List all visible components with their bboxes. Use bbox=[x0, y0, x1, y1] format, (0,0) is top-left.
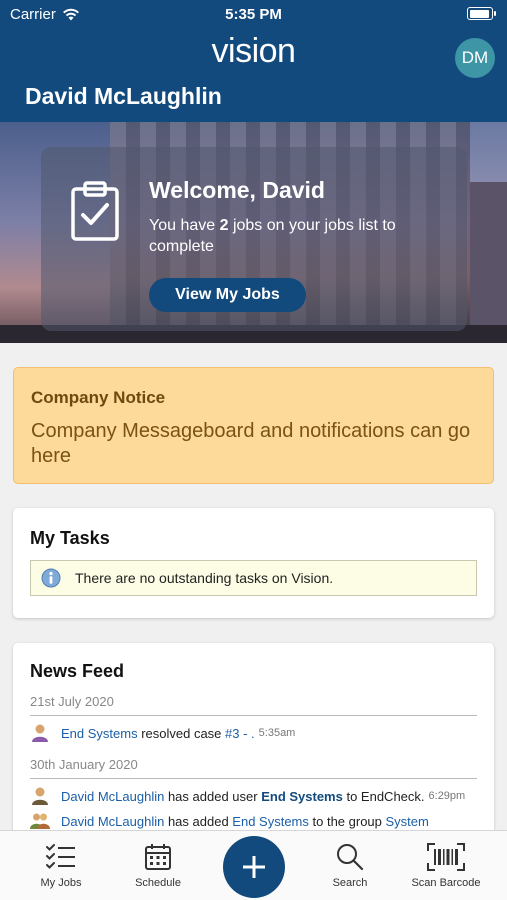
plus-icon bbox=[243, 856, 265, 878]
news-time: 5:35am bbox=[258, 727, 296, 739]
news-time: 6:29pm bbox=[428, 790, 466, 802]
tasks-empty-text: There are no outstanding tasks on Vision… bbox=[75, 570, 334, 586]
tab-label: Search bbox=[332, 877, 368, 889]
news-entry: David McLaughlin has added user End Syst… bbox=[30, 786, 490, 806]
news-group-link[interactable]: System bbox=[386, 814, 429, 829]
battery-icon bbox=[467, 7, 496, 20]
calendar-icon bbox=[145, 844, 171, 870]
news-user-link[interactable]: End Systems bbox=[261, 789, 343, 804]
user-icon bbox=[32, 724, 48, 742]
welcome-title: Welcome, David bbox=[149, 177, 325, 203]
checklist-icon bbox=[46, 844, 75, 869]
status-time: 5:35 PM bbox=[225, 6, 282, 23]
app-logo: vision bbox=[211, 32, 296, 70]
notice-title: Company Notice bbox=[31, 388, 166, 407]
tab-label: Scan Barcode bbox=[411, 877, 481, 889]
user-avatar[interactable]: DM bbox=[455, 38, 495, 78]
job-count: 2 bbox=[219, 217, 229, 234]
news-date: 21st July 2020 bbox=[30, 694, 477, 716]
news-feed-title: News Feed bbox=[30, 661, 125, 681]
app-header: vision DM David McLaughlin bbox=[0, 28, 507, 122]
tab-search[interactable]: Search bbox=[300, 843, 400, 889]
news-actor-link[interactable]: David McLaughlin bbox=[61, 814, 164, 829]
welcome-hero: Welcome, David You have 2 jobs on your j… bbox=[0, 122, 507, 343]
news-date: 30th January 2020 bbox=[30, 757, 477, 779]
user-name: David McLaughlin bbox=[25, 83, 222, 109]
my-tasks-title: My Tasks bbox=[30, 528, 110, 548]
jobs-summary: You have 2 jobs on your jobs list to com… bbox=[149, 217, 396, 255]
tab-scan-barcode[interactable]: Scan Barcode bbox=[396, 843, 496, 889]
my-tasks-panel: My Tasks There are no outstanding tasks … bbox=[13, 508, 494, 618]
search-icon bbox=[337, 844, 364, 871]
company-notice: Company Notice Company Messageboard and … bbox=[13, 367, 494, 484]
news-feed-panel: News Feed 21st July 2020 End Systems res… bbox=[13, 643, 494, 843]
status-bar: Carrier 5:35 PM bbox=[0, 0, 507, 28]
news-user-link[interactable]: End Systems bbox=[232, 814, 309, 829]
tab-my-jobs[interactable]: My Jobs bbox=[11, 843, 111, 889]
view-my-jobs-button[interactable]: View My Jobs bbox=[149, 278, 306, 312]
news-case-link[interactable]: #3 - . bbox=[225, 726, 255, 741]
group-icon bbox=[30, 813, 50, 829]
news-entry: End Systems resolved case #3 - . 5:35am bbox=[30, 723, 490, 743]
tab-label: Schedule bbox=[135, 877, 181, 889]
notice-body: Company Messageboard and notifications c… bbox=[31, 420, 471, 467]
info-icon bbox=[41, 568, 61, 588]
add-button[interactable] bbox=[223, 836, 285, 898]
user-icon bbox=[32, 787, 48, 805]
bottom-tab-bar: My Jobs Schedule Search Scan Barcode bbox=[0, 830, 507, 900]
news-actor-link[interactable]: End Systems bbox=[61, 726, 138, 741]
barcode-icon bbox=[427, 843, 465, 871]
welcome-card: Welcome, David You have 2 jobs on your j… bbox=[41, 147, 467, 331]
tab-label: My Jobs bbox=[40, 877, 82, 889]
news-actor-link[interactable]: David McLaughlin bbox=[61, 789, 164, 804]
tasks-empty-message: There are no outstanding tasks on Vision… bbox=[30, 560, 477, 596]
clipboard-check-icon bbox=[71, 181, 119, 241]
news-entry: David McLaughlin has added End Systems t… bbox=[30, 811, 490, 831]
tab-schedule[interactable]: Schedule bbox=[108, 843, 208, 889]
